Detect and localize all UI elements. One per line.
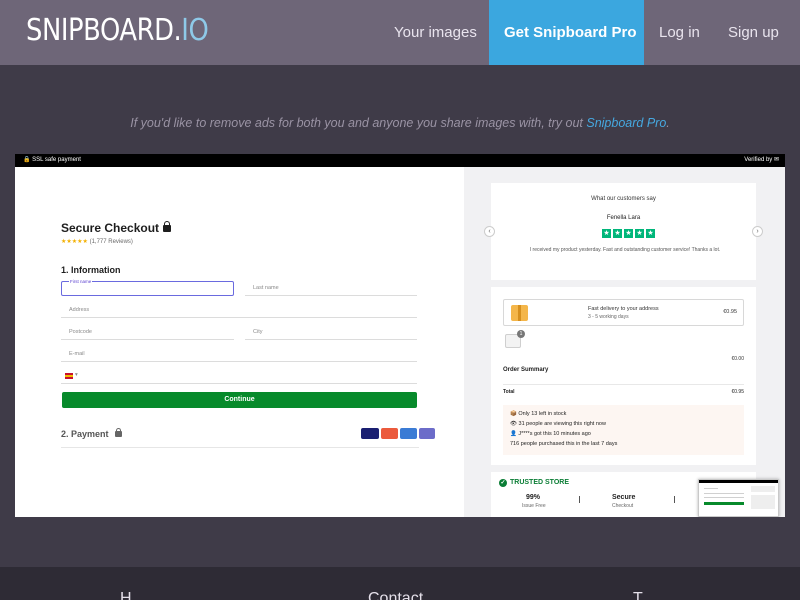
issue-free-value: 99% bbox=[526, 494, 541, 501]
address-field[interactable]: Address bbox=[61, 303, 417, 318]
snipboard-pro-link[interactable]: Snipboard Pro bbox=[586, 116, 666, 130]
footer-link-3[interactable]: T bbox=[633, 590, 643, 600]
information-heading: 1. Information bbox=[61, 265, 121, 275]
payment-heading[interactable]: 2. Payment bbox=[61, 428, 122, 439]
check-circle-icon: ✓ bbox=[499, 479, 507, 487]
thumbnail-panel bbox=[751, 495, 775, 509]
spain-flag-icon[interactable] bbox=[65, 373, 73, 379]
footer-link-contact[interactable]: Contact bbox=[368, 590, 423, 600]
shipping-eta: 3 - 5 working days bbox=[588, 314, 629, 320]
total-label: Total bbox=[503, 389, 515, 395]
star-icon: ★ bbox=[646, 229, 655, 238]
remove-ads-text: If you'd like to remove ads for both you… bbox=[130, 116, 587, 130]
nav-get-pro-button[interactable]: Get Snipboard Pro bbox=[489, 0, 644, 65]
thumbnail-topbar bbox=[699, 480, 778, 483]
stat-divider bbox=[674, 496, 675, 503]
site-footer: H Contact T bbox=[0, 567, 800, 600]
footer-link-1[interactable]: H bbox=[120, 590, 132, 600]
order-summary-card: Fast delivery to your address 3 - 5 work… bbox=[491, 287, 756, 465]
star-icon: ★ bbox=[613, 229, 622, 238]
secure-value: Secure bbox=[612, 494, 636, 501]
screenshot-thumbnail[interactable] bbox=[698, 479, 779, 517]
testimonial-prev-arrow-icon[interactable]: ‹ bbox=[484, 226, 495, 237]
screenshot-topbar: 🔒 SSL safe payment Verified by ✉ bbox=[15, 154, 785, 167]
first-name-field[interactable]: First name bbox=[61, 279, 234, 296]
nav-log-in[interactable]: Log in bbox=[659, 0, 700, 65]
shipping-title: Fast delivery to your address bbox=[588, 306, 659, 312]
trusted-store-text: TRUSTED STORE bbox=[510, 479, 569, 486]
package-icon bbox=[511, 305, 528, 321]
star-icon: ★ bbox=[624, 229, 633, 238]
star-icon: ★ bbox=[602, 229, 611, 238]
site-header: SNIPBOARD.IO Your images Get Snipboard P… bbox=[0, 0, 800, 65]
shipping-option[interactable]: Fast delivery to your address 3 - 5 work… bbox=[503, 299, 744, 326]
checkout-label: Checkout bbox=[612, 503, 634, 509]
urgency-recent: 👤 J****s got this 10 minutes ago bbox=[510, 431, 591, 437]
review-count: (1,777 Reviews) bbox=[89, 239, 133, 245]
remove-ads-end: . bbox=[666, 116, 670, 130]
testimonial-name: Fenella Lara bbox=[606, 215, 641, 221]
subtotal-price: €0.00 bbox=[731, 356, 744, 362]
city-field[interactable]: City bbox=[245, 325, 417, 340]
lock-icon bbox=[163, 221, 172, 232]
ssl-safe-payment: 🔒 SSL safe payment bbox=[23, 157, 81, 163]
urgency-purchased: 716 people purchased this in the last 7 … bbox=[510, 441, 618, 447]
secure-checkout-text: Secure Checkout bbox=[61, 221, 160, 235]
logo-io: IO bbox=[181, 13, 209, 48]
urgency-viewers: 👁 31 people are viewing this right now bbox=[510, 421, 606, 427]
last-name-field[interactable]: Last name bbox=[245, 281, 417, 296]
urgency-box: 📦 Only 13 left in stock 👁 31 people are … bbox=[503, 405, 744, 455]
total-price: €0.95 bbox=[731, 389, 744, 395]
issue-free-label: Issue Free bbox=[522, 503, 546, 509]
shipping-price: €0.95 bbox=[723, 309, 737, 315]
card-icon bbox=[419, 428, 435, 439]
urgency-stock: 📦 Only 13 left in stock bbox=[510, 411, 567, 417]
trusted-store-heading: ✓ TRUSTED STORE bbox=[499, 479, 569, 487]
first-name-label: First name bbox=[69, 279, 93, 284]
testimonial-heading: What our customers say bbox=[591, 196, 656, 202]
thumbnail-button bbox=[704, 502, 744, 505]
nav-your-images[interactable]: Your images bbox=[394, 0, 477, 65]
mastercard-icon bbox=[381, 428, 398, 439]
verified-by: Verified by ✉ bbox=[744, 157, 779, 163]
visa-card-icon bbox=[361, 428, 379, 439]
nav-sign-up[interactable]: Sign up bbox=[728, 0, 779, 65]
remove-ads-note: If you'd like to remove ads for both you… bbox=[0, 116, 800, 130]
thumbnail-line bbox=[704, 497, 744, 498]
order-summary-title: Order Summary bbox=[503, 367, 549, 373]
testimonial-stars: ★ ★ ★ ★ ★ bbox=[602, 229, 655, 238]
testimonial-card: What our customers say Fenella Lara ★ ★ … bbox=[484, 183, 763, 280]
product-thumbnail-icon bbox=[505, 330, 525, 348]
snipboard-logo[interactable]: SNIPBOARD.IO bbox=[26, 13, 209, 48]
maestro-card-icon bbox=[400, 428, 417, 439]
thumbnail-line bbox=[704, 493, 744, 494]
star-icon: ★ bbox=[635, 229, 644, 238]
phone-field[interactable]: ▾ bbox=[61, 369, 417, 384]
shared-screenshot: 🔒 SSL safe payment Verified by ✉ Secure … bbox=[15, 154, 785, 517]
order-divider bbox=[503, 384, 744, 385]
review-rating: ★★★★★ (1,777 Reviews) bbox=[61, 238, 133, 245]
payment-heading-text: 2. Payment bbox=[61, 429, 109, 439]
phone-prefix-chevron-icon: ▾ bbox=[75, 372, 78, 378]
secure-checkout-title: Secure Checkout bbox=[61, 221, 172, 235]
rating-stars: ★★★★★ bbox=[61, 239, 88, 245]
testimonial-next-arrow-icon[interactable]: › bbox=[752, 226, 763, 237]
stat-divider bbox=[579, 496, 580, 503]
email-field[interactable]: E-mail bbox=[61, 347, 417, 362]
testimonial-text: I received my product yesterday. Fast an… bbox=[529, 247, 721, 253]
thumbnail-line bbox=[704, 488, 718, 489]
continue-button[interactable]: Continue bbox=[62, 392, 417, 408]
payment-divider bbox=[61, 447, 419, 448]
thumbnail-panel bbox=[751, 486, 775, 492]
payment-lock-icon bbox=[114, 428, 122, 437]
postcode-field[interactable]: Postcode bbox=[61, 325, 234, 340]
logo-text: SNIPBOARD. bbox=[26, 13, 182, 48]
